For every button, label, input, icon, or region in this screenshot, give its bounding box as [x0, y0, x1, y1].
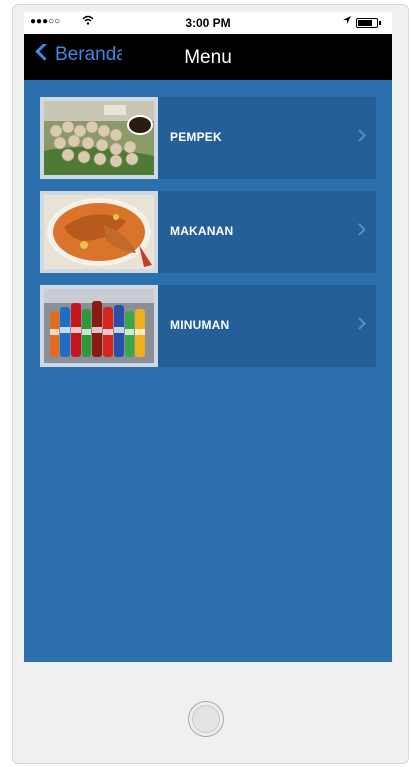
fish-curry-photo	[40, 191, 158, 273]
battery-icon	[356, 18, 381, 28]
app-screen: ●●●○○ 3:00 PM Beranda Menu PEMPEK MAKANA…	[24, 12, 392, 662]
soft-drink-bottles-photo	[40, 285, 158, 367]
home-button[interactable]	[188, 701, 224, 737]
menu-item-makanan[interactable]: MAKANAN	[40, 191, 376, 273]
menu-item-pempek[interactable]: PEMPEK	[40, 97, 376, 179]
menu-item-label: PEMPEK	[170, 130, 222, 144]
chevron-right-icon	[353, 317, 366, 330]
page-title: Menu	[184, 47, 232, 68]
menu-list: PEMPEK MAKANAN MINUMAN	[40, 97, 376, 379]
pempek-food-photo	[40, 97, 158, 179]
menu-item-label: MAKANAN	[170, 224, 234, 238]
status-bar: ●●●○○ 3:00 PM	[24, 12, 392, 34]
location-arrow-icon	[342, 15, 352, 28]
menu-item-minuman[interactable]: MINUMAN	[40, 285, 376, 367]
status-time: 3:00 PM	[185, 16, 231, 30]
chevron-right-icon	[353, 129, 366, 142]
navigation-bar: Beranda Menu	[24, 34, 392, 80]
chevron-right-icon	[353, 223, 366, 236]
menu-item-label: MINUMAN	[170, 318, 230, 332]
